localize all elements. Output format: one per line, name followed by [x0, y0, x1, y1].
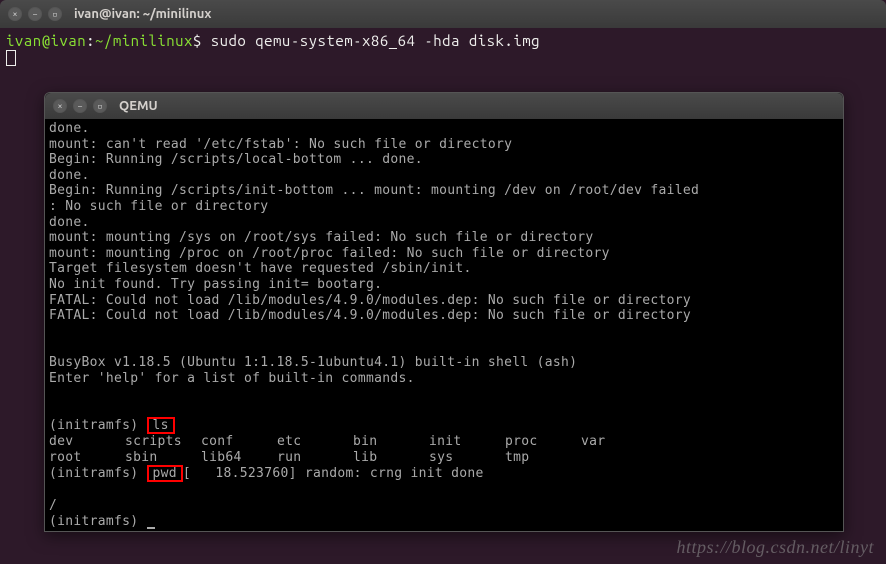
minimize-icon[interactable]: − [28, 7, 42, 21]
boot-log-line: mount: mounting /proc on /root/proc fail… [49, 246, 839, 262]
ls-entry: scripts [125, 434, 201, 450]
host-titlebar[interactable]: × − ▫ ivan@ivan: ~/minilinux [0, 0, 886, 28]
qemu-terminal-content[interactable]: done.mount: can't read '/etc/fstab': No … [45, 119, 843, 531]
boot-log-line: Begin: Running /scripts/init-bottom ... … [49, 183, 839, 199]
host-terminal-content[interactable]: ivan@ivan:~/minilinux$ sudo qemu-system-… [0, 28, 886, 71]
ls-entry: tmp [505, 450, 581, 466]
prompt-path: ~/minilinux [95, 32, 193, 49]
host-window-title: ivan@ivan: ~/minilinux [74, 7, 211, 21]
boot-log-line: mount: can't read '/etc/fstab': No such … [49, 137, 839, 153]
ls-command-highlighted: ls [147, 417, 175, 434]
ls-entry: proc [505, 434, 581, 450]
boot-log-line: Begin: Running /scripts/local-bottom ...… [49, 152, 839, 168]
terminal-cursor [6, 50, 16, 66]
boot-log-line: done. [49, 121, 839, 137]
qemu-window-title: QEMU [119, 99, 158, 113]
qemu-window: × − ▫ QEMU done.mount: can't read '/etc/… [44, 92, 844, 532]
window-controls: × − ▫ [8, 7, 62, 21]
boot-log-line: No init found. Try passing init= bootarg… [49, 277, 839, 293]
initramfs-prompt: (initramfs) [49, 514, 147, 529]
ls-entry: var [581, 434, 657, 450]
ls-entry: init [429, 434, 505, 450]
ls-entry: sys [429, 450, 505, 466]
boot-log-line: : No such file or directory [49, 199, 839, 215]
minimize-icon[interactable]: − [73, 99, 87, 113]
watermark-text: https://blog.csdn.net/linyt [677, 537, 874, 558]
prompt-sep: : [86, 32, 95, 49]
boot-log-line: done. [49, 215, 839, 231]
qemu-titlebar[interactable]: × − ▫ QEMU [45, 93, 843, 119]
ls-output-row: devscriptsconfetcbininitprocvar [49, 434, 839, 450]
qemu-window-controls: × − ▫ [53, 99, 107, 113]
boot-log-line: FATAL: Could not load /lib/modules/4.9.0… [49, 308, 839, 324]
pwd-output: / [49, 498, 839, 514]
kernel-message: [ 18.523760] random: crng init done [183, 466, 484, 481]
ls-entry: lib64 [201, 450, 277, 466]
initramfs-prompt: (initramfs) [49, 466, 147, 481]
ls-entry: bin [353, 434, 429, 450]
prompt-user-host: ivan@ivan [6, 32, 86, 49]
pwd-command-highlighted: pwd [147, 465, 183, 482]
entered-command: sudo qemu-system-x86_64 -hda disk.img [211, 32, 540, 49]
ls-output-row: rootsbinlib64runlibsystmp [49, 450, 839, 466]
boot-log-line: FATAL: Could not load /lib/modules/4.9.0… [49, 293, 839, 309]
qemu-cursor [147, 527, 155, 529]
ls-entry: dev [49, 434, 125, 450]
ls-entry: lib [353, 450, 429, 466]
initramfs-prompt: (initramfs) [49, 418, 147, 433]
ls-entry: run [277, 450, 353, 466]
busybox-banner: BusyBox v1.18.5 (Ubuntu 1:1.18.5-1ubuntu… [49, 355, 839, 371]
ls-entry: root [49, 450, 125, 466]
busybox-help: Enter 'help' for a list of built-in comm… [49, 371, 839, 387]
close-icon[interactable]: × [8, 7, 22, 21]
ls-entry: conf [201, 434, 277, 450]
prompt-dollar: $ [193, 32, 202, 49]
maximize-icon[interactable]: ▫ [93, 99, 107, 113]
boot-log-line: done. [49, 168, 839, 184]
ls-entry: etc [277, 434, 353, 450]
ls-entry [581, 450, 657, 466]
maximize-icon[interactable]: ▫ [48, 7, 62, 21]
boot-log-line: Target filesystem doesn't have requested… [49, 261, 839, 277]
ls-entry: sbin [125, 450, 201, 466]
boot-log-line: mount: mounting /sys on /root/sys failed… [49, 230, 839, 246]
close-icon[interactable]: × [53, 99, 67, 113]
